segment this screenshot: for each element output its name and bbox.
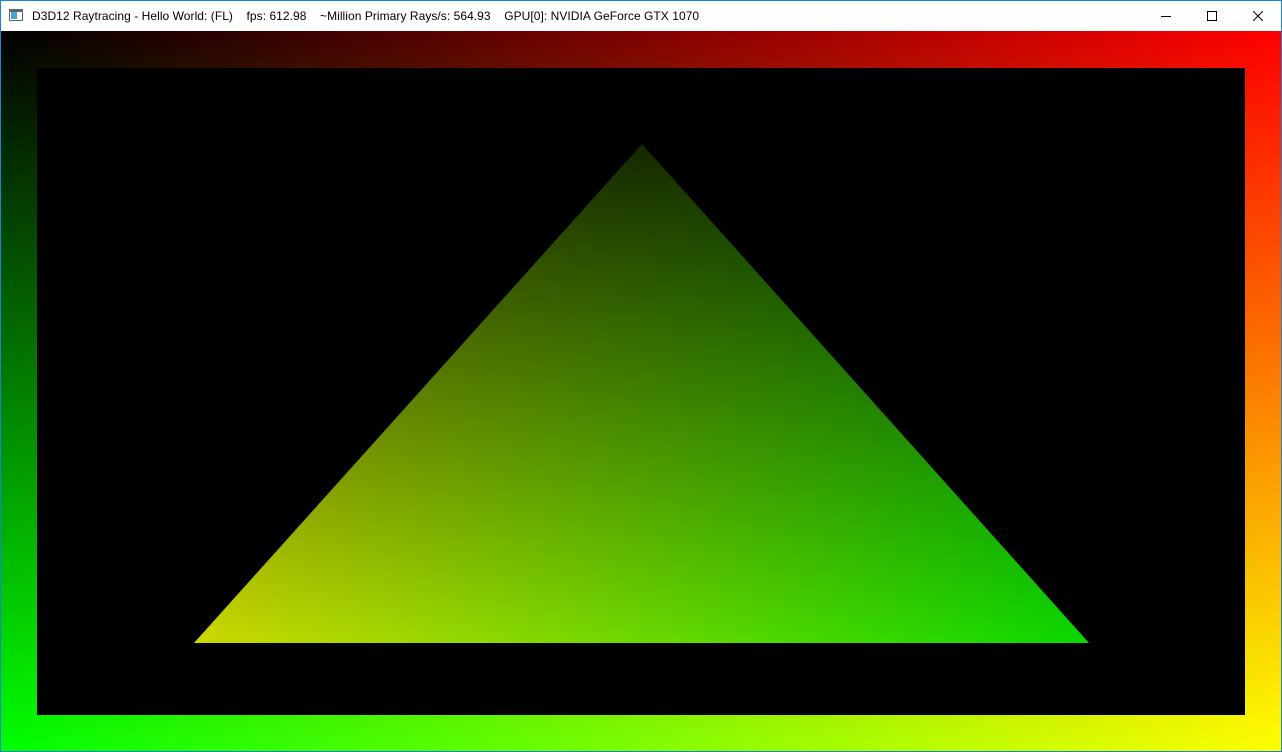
render-viewport[interactable]: [1, 31, 1281, 751]
minimize-button[interactable]: [1143, 1, 1189, 31]
title-bar[interactable]: D3D12 Raytracing - Hello World: (FL) fps…: [1, 1, 1281, 31]
close-icon: [1253, 11, 1263, 21]
maximize-button[interactable]: [1189, 1, 1235, 31]
maximize-icon: [1207, 11, 1217, 21]
minimize-icon: [1161, 16, 1171, 17]
title-gpu: GPU[0]: NVIDIA GeForce GTX 1070: [504, 9, 700, 23]
raytraced-scene: [1, 31, 1281, 751]
title-fps: fps: 612.98: [246, 9, 307, 23]
close-button[interactable]: [1235, 1, 1281, 31]
title-rays-per-second: ~Million Primary Rays/s: 564.93: [320, 9, 491, 23]
window-title: D3D12 Raytracing - Hello World: (FL) fps…: [32, 1, 699, 31]
raytracing-window: D3D12 Raytracing - Hello World: (FL) fps…: [0, 0, 1282, 752]
app-window-icon[interactable]: [9, 9, 23, 21]
title-app-name: D3D12 Raytracing - Hello World: (FL): [32, 9, 233, 23]
